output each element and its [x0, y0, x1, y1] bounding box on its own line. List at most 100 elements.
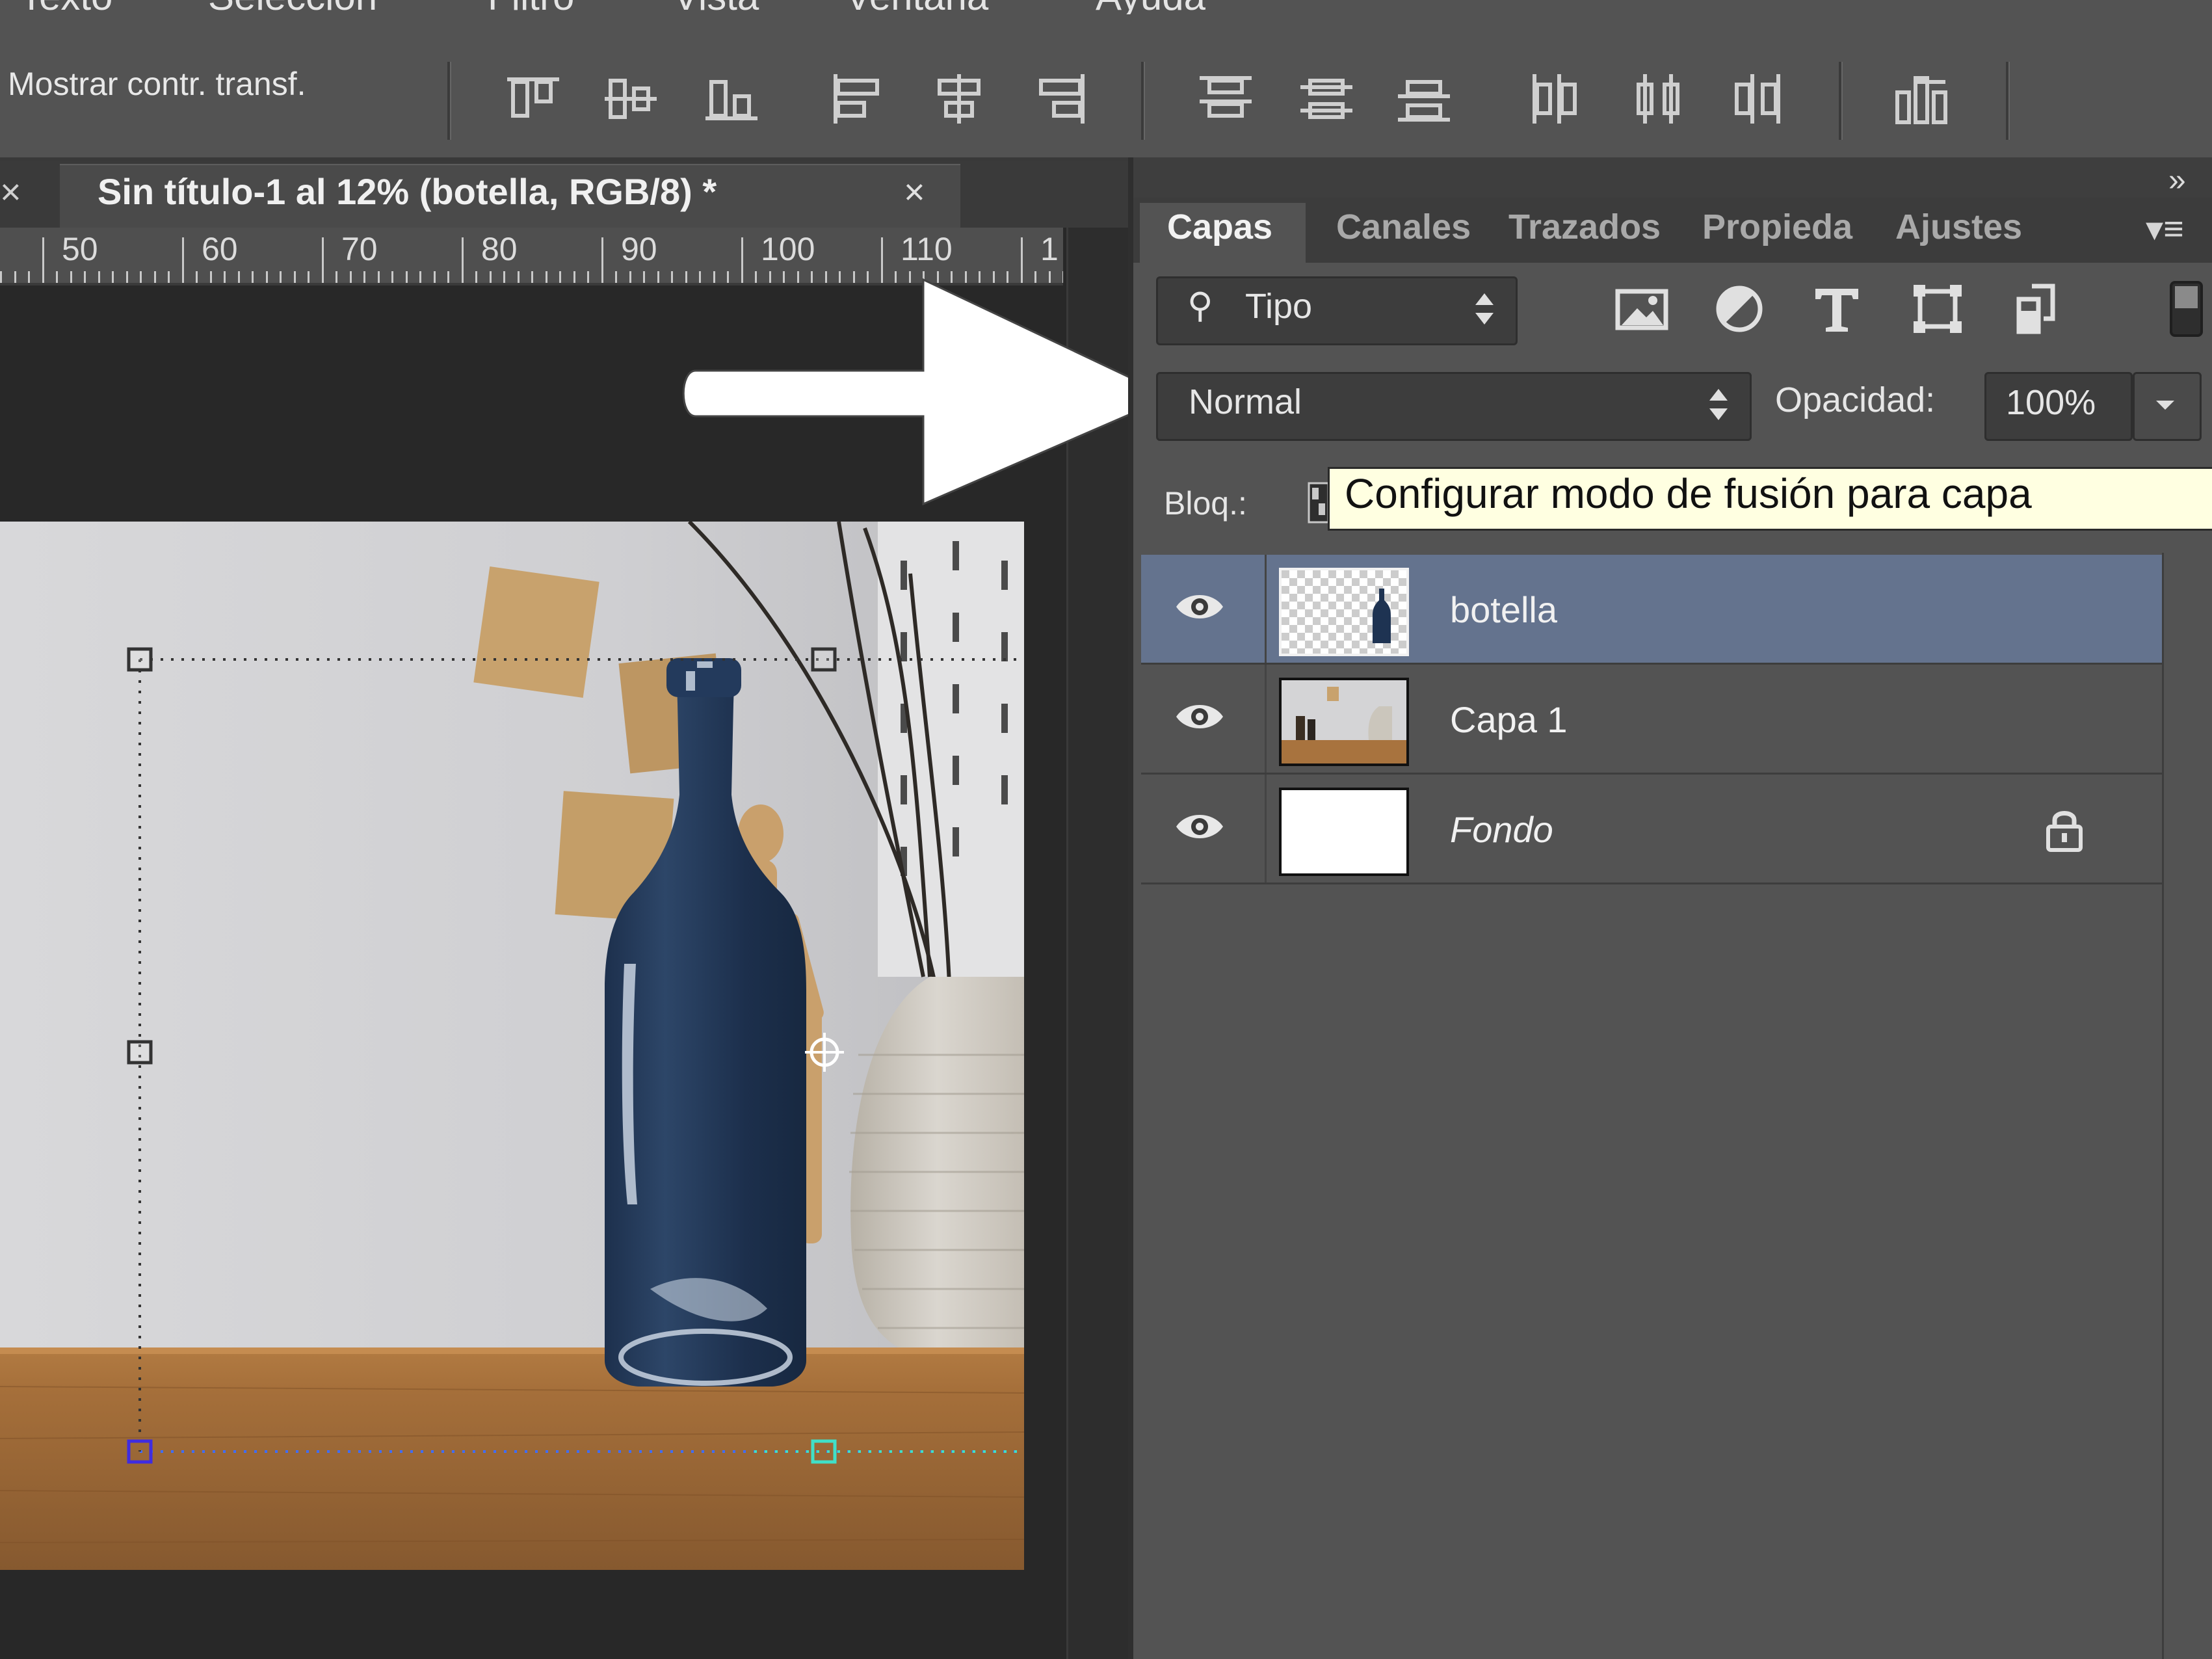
visibility-eye-icon[interactable]	[1174, 697, 1226, 736]
align-left-edges-icon[interactable]	[829, 73, 888, 125]
panel-menu-icon[interactable]: ▾≡	[2146, 208, 2184, 249]
layer-row-botella[interactable]: botella	[1141, 555, 2162, 665]
ruler-label: 110	[901, 231, 953, 267]
ruler-tick	[140, 271, 142, 283]
toolbar-separator	[447, 62, 451, 140]
ruler-tick	[490, 271, 492, 283]
ruler-tick	[363, 271, 365, 283]
layer-row-fondo[interactable]: Fondo	[1141, 775, 2162, 884]
filter-type-layers-icon[interactable]	[1808, 280, 1866, 338]
ruler-tick	[615, 271, 617, 283]
align-horizontal-centers-icon[interactable]	[930, 73, 988, 125]
ruler-tick	[266, 271, 268, 283]
menu-ventana[interactable]: Ventana	[845, 0, 988, 14]
ruler-tick	[14, 271, 16, 283]
ruler-tick	[531, 271, 533, 283]
layer-divider	[1265, 665, 1267, 773]
ruler-tick	[336, 271, 337, 283]
ruler-tick	[518, 271, 520, 283]
ruler-tick	[643, 271, 645, 283]
ruler-tick	[308, 271, 309, 283]
previous-tab-close-icon[interactable]: ×	[0, 170, 21, 213]
distribute-bottom-icon[interactable]	[1395, 73, 1453, 125]
align-top-edges-icon[interactable]	[504, 73, 562, 125]
ruler-tick	[98, 271, 100, 283]
ruler-label: 90	[621, 231, 657, 267]
wooden-table	[0, 1347, 1024, 1570]
distribute-horizontal-centers-icon[interactable]	[1629, 73, 1687, 125]
ruler-tick	[182, 237, 184, 283]
distribute-top-icon[interactable]	[1196, 73, 1255, 125]
align-vertical-centers-icon[interactable]	[601, 73, 660, 125]
menu-filtro[interactable]: Filtro	[488, 0, 574, 14]
ruler-label: 80	[481, 231, 518, 267]
filter-shape-layers-icon[interactable]	[1908, 280, 1967, 338]
layer-thumbnail[interactable]	[1279, 568, 1409, 656]
opacity-value: 100%	[2006, 383, 2096, 422]
ruler-tick	[196, 271, 198, 283]
align-bottom-edges-icon[interactable]	[702, 73, 761, 125]
ruler-tick	[126, 271, 128, 283]
layer-name: botella	[1450, 589, 1558, 630]
filter-smart-objects-icon[interactable]	[2006, 280, 2064, 338]
toolbar-separator	[1839, 62, 1843, 140]
tab-canales[interactable]: Canales	[1336, 207, 1471, 247]
ruler-tick	[657, 271, 659, 283]
ruler-tick	[434, 271, 436, 283]
layer-thumbnail[interactable]	[1279, 788, 1409, 876]
menu-texto[interactable]: Texto	[20, 0, 112, 14]
visibility-eye-icon[interactable]	[1174, 807, 1226, 846]
ruler-tick	[0, 271, 2, 283]
layer-thumbnail[interactable]	[1279, 678, 1409, 766]
distribute-left-icon[interactable]	[1528, 73, 1587, 125]
ruler-tick	[475, 271, 477, 283]
menu-vista[interactable]: Vista	[673, 0, 759, 14]
lock-icon	[2042, 807, 2087, 853]
ruler-tick	[671, 271, 673, 283]
ruler-label: 1	[1040, 231, 1059, 267]
filter-adjustment-layers-icon[interactable]	[1710, 280, 1769, 338]
ruler-tick	[546, 271, 547, 283]
ruler-label: 70	[341, 231, 378, 267]
layers-scrollbar[interactable]	[2162, 553, 2212, 1659]
tab-capas[interactable]: Capas	[1167, 207, 1272, 247]
layer-row-capa-1[interactable]: Capa 1	[1141, 665, 2162, 775]
show-transform-controls-label[interactable]: Mostrar contr. transf.	[8, 65, 306, 103]
document-tab-close-icon[interactable]: ×	[904, 170, 925, 213]
ruler-tick	[462, 237, 464, 283]
ruler-tick	[378, 271, 380, 283]
layers-empty-area	[1133, 886, 2162, 1659]
ruler-tick	[391, 271, 393, 283]
layer-divider	[1265, 775, 1267, 883]
filter-type-label: Tipo	[1245, 287, 1313, 326]
panel-header	[1133, 157, 2212, 198]
ruler-tick	[587, 271, 589, 283]
ruler-tick	[601, 237, 603, 283]
ruler-tick	[629, 271, 631, 283]
ruler-tick	[70, 271, 72, 283]
toolbar-separator	[1141, 62, 1145, 140]
align-right-edges-icon[interactable]	[1031, 73, 1089, 125]
chevron-down-icon	[2156, 401, 2174, 410]
ruler-tick	[503, 271, 505, 283]
ruler-tick	[210, 271, 212, 283]
tab-trazados[interactable]: Trazados	[1508, 207, 1661, 247]
auto-align-icon[interactable]	[1892, 73, 1951, 125]
ruler-tick	[112, 271, 114, 283]
document-image[interactable]	[0, 522, 1024, 1570]
ruler-tick	[252, 271, 254, 283]
document-tab-title[interactable]: Sin título-1 al 12% (botella, RGB/8) *	[98, 170, 717, 213]
distribute-vertical-centers-icon[interactable]	[1297, 73, 1356, 125]
menu-seleccion[interactable]: Selección	[208, 0, 377, 14]
visibility-eye-icon[interactable]	[1174, 587, 1226, 626]
lock-transparency-icon[interactable]	[1307, 481, 1330, 524]
ruler-label: 50	[62, 231, 98, 267]
distribute-right-icon[interactable]	[1726, 73, 1785, 125]
menu-ayuda[interactable]: Ayuda	[1096, 0, 1205, 14]
menu-bar: Texto Selección Filtro Vista Ventana Ayu…	[0, 0, 2212, 14]
collapse-panel-icon[interactable]: »	[2168, 163, 2186, 198]
tab-ajustes[interactable]: Ajustes	[1895, 207, 2022, 247]
filter-toggle-icon[interactable]	[2168, 280, 2204, 338]
tab-propiedades[interactable]: Propieda	[1702, 207, 1852, 247]
filter-pixel-layers-icon[interactable]	[1613, 280, 1671, 338]
